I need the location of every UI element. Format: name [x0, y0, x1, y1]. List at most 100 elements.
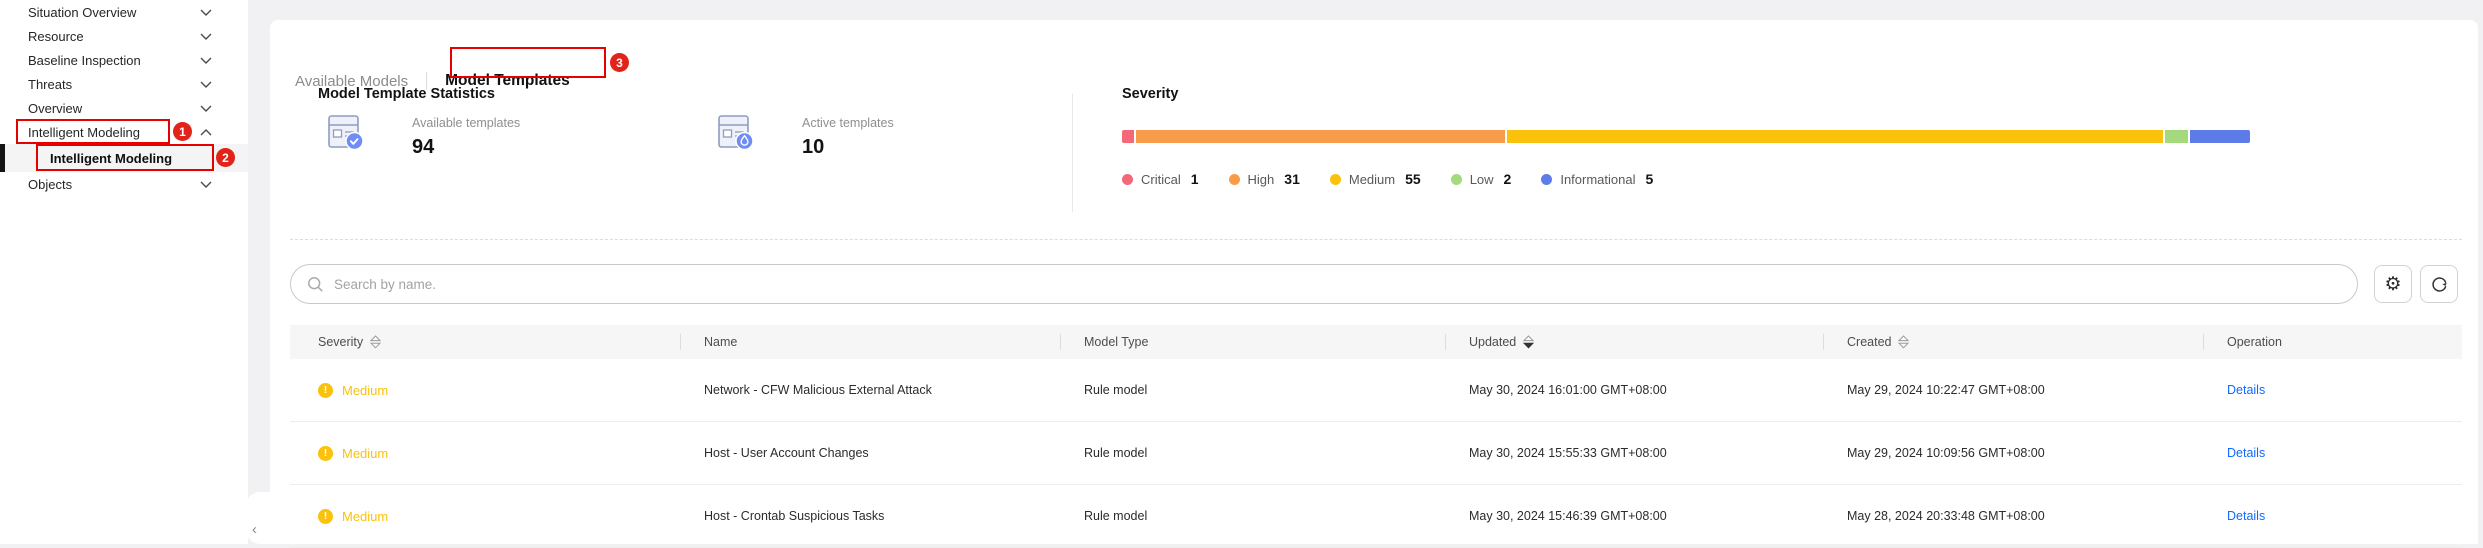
medium-severity-icon: !: [318, 509, 333, 524]
search-input[interactable]: [334, 277, 2341, 292]
legend-item-high: High 31: [1229, 171, 1300, 187]
created-cell: May 29, 2024 10:09:56 GMT+08:00: [1823, 446, 2203, 460]
sidebar-item-resource[interactable]: Resource: [0, 24, 248, 48]
medium-severity-icon: !: [318, 383, 333, 398]
sidebar-collapse-handle[interactable]: ‹: [246, 492, 272, 544]
column-label: Severity: [318, 335, 363, 349]
chevron-down-icon: [200, 57, 212, 64]
sidebar-item-situation-overview[interactable]: Situation Overview: [0, 0, 248, 24]
model-type-cell: Rule model: [1060, 383, 1445, 397]
sidebar-item-overview[interactable]: Overview: [0, 96, 248, 120]
column-header-updated[interactable]: Updated: [1445, 325, 1823, 359]
details-link[interactable]: Details: [2227, 509, 2265, 523]
sidebar-item-baseline-inspection[interactable]: Baseline Inspection: [0, 48, 248, 72]
sort-icon-desc-active: [1523, 335, 1534, 349]
sidebar-item-objects[interactable]: Objects: [0, 172, 248, 196]
chevron-down-icon: [200, 105, 212, 112]
severity-bar: [1122, 130, 2250, 143]
chevron-down-icon: [200, 33, 212, 40]
template-active-icon: [712, 108, 758, 154]
column-header-name[interactable]: Name: [680, 325, 1060, 359]
sidebar-item-intelligent-modeling[interactable]: Intelligent Modeling: [0, 120, 248, 144]
severity-cell: ! Medium: [290, 446, 680, 461]
section-vertical-divider: [1072, 94, 1073, 212]
sidebar-subitem-label: Intelligent Modeling: [50, 151, 172, 166]
model-type-cell: Rule model: [1060, 509, 1445, 523]
stat-label-active-templates: Active templates: [802, 116, 894, 130]
sidebar-subitem-intelligent-modeling[interactable]: Intelligent Modeling: [0, 144, 248, 172]
severity-segment-high: [1136, 130, 1505, 143]
table-row: ! Medium Network - CFW Malicious Externa…: [290, 359, 2462, 422]
stats-section-title: Model Template Statistics: [318, 86, 495, 102]
table-row: ! Medium Host - User Account Changes Rul…: [290, 422, 2462, 485]
column-label: Created: [1847, 335, 1891, 349]
sort-icon: [370, 335, 381, 349]
sidebar-item-label: Objects: [28, 177, 72, 192]
legend-count: 5: [1646, 171, 1654, 187]
legend-count: 2: [1504, 171, 1512, 187]
legend-label: Critical: [1141, 172, 1181, 187]
legend-label: Low: [1470, 172, 1494, 187]
legend-item-critical: Critical 1: [1122, 171, 1199, 187]
severity-segment-critical: [1122, 130, 1134, 143]
active-indicator: [0, 144, 5, 172]
name-cell: Host - Crontab Suspicious Tasks: [680, 509, 1060, 523]
created-cell: May 28, 2024 20:33:48 GMT+08:00: [1823, 509, 2203, 523]
refresh-button[interactable]: [2420, 265, 2458, 303]
stat-label-available-templates: Available templates: [412, 116, 520, 130]
name-cell: Host - User Account Changes: [680, 446, 1060, 460]
severity-section-title: Severity: [1122, 86, 1178, 102]
toolbar: ⚙: [290, 264, 2462, 304]
details-link[interactable]: Details: [2227, 446, 2265, 460]
chevron-down-icon: [200, 181, 212, 188]
settings-button[interactable]: ⚙: [2374, 265, 2412, 303]
created-cell: May 29, 2024 10:22:47 GMT+08:00: [1823, 383, 2203, 397]
severity-label: Medium: [342, 446, 388, 461]
column-header-created[interactable]: Created: [1823, 325, 2203, 359]
column-header-model-type[interactable]: Model Type: [1060, 325, 1445, 359]
details-link[interactable]: Details: [2227, 383, 2265, 397]
legend-label: Informational: [1560, 172, 1635, 187]
name-cell: Network - CFW Malicious External Attack: [680, 383, 1060, 397]
refresh-icon: [2430, 275, 2449, 294]
search-box[interactable]: [290, 264, 2358, 304]
main-panel: Available Models Model Templates Model T…: [270, 20, 2478, 544]
column-label: Name: [704, 335, 737, 349]
severity-cell: ! Medium: [290, 383, 680, 398]
severity-segment-medium: [1507, 130, 2162, 143]
updated-cell: May 30, 2024 15:55:33 GMT+08:00: [1445, 446, 1823, 460]
legend-item-medium: Medium 55: [1330, 171, 1421, 187]
severity-segment-informational: [2190, 130, 2250, 143]
model-templates-table: Severity Name Model Type Updated: [290, 325, 2462, 548]
annotation-badge-1: 1: [173, 122, 192, 141]
legend-dot-informational: [1541, 174, 1552, 185]
severity-cell: ! Medium: [290, 509, 680, 524]
search-icon: [307, 276, 324, 293]
legend-count: 31: [1284, 171, 1300, 187]
stat-value-active-templates: 10: [802, 136, 824, 159]
table-row: ! Medium Host - Crontab Suspicious Tasks…: [290, 485, 2462, 548]
sidebar-item-label: Intelligent Modeling: [28, 125, 140, 140]
sidebar: Situation Overview Resource Baseline Ins…: [0, 0, 248, 544]
legend-item-low: Low 2: [1451, 171, 1512, 187]
legend-label: High: [1248, 172, 1275, 187]
legend-dot-low: [1451, 174, 1462, 185]
table-header-row: Severity Name Model Type Updated: [290, 325, 2462, 359]
severity-label: Medium: [342, 509, 388, 524]
collapse-chevron-icon: ‹: [252, 521, 257, 538]
legend-count: 55: [1405, 171, 1421, 187]
updated-cell: May 30, 2024 16:01:00 GMT+08:00: [1445, 383, 1823, 397]
sort-icon: [1898, 335, 1909, 349]
severity-segment-low: [2165, 130, 2189, 143]
column-header-operation: Operation: [2203, 325, 2462, 359]
template-check-icon: [322, 108, 368, 154]
sidebar-item-threats[interactable]: Threats: [0, 72, 248, 96]
column-label: Updated: [1469, 335, 1516, 349]
legend-dot-high: [1229, 174, 1240, 185]
sidebar-item-label: Baseline Inspection: [28, 53, 141, 68]
column-header-severity[interactable]: Severity: [290, 325, 680, 359]
legend-label: Medium: [1349, 172, 1395, 187]
sidebar-item-label: Resource: [28, 29, 84, 44]
legend-count: 1: [1191, 171, 1199, 187]
chevron-down-icon: [200, 81, 212, 88]
